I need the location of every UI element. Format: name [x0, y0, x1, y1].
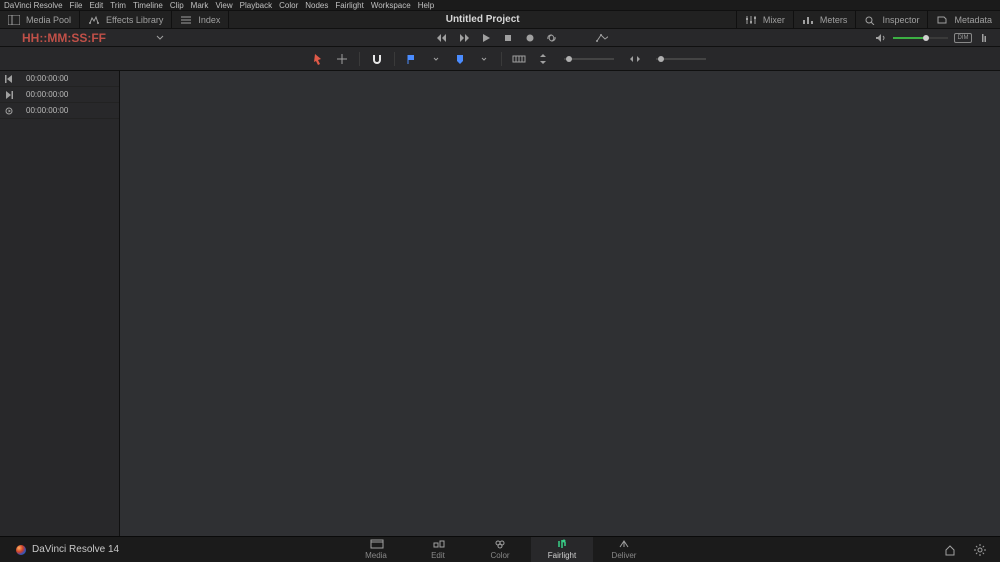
marker-tool[interactable]: [453, 52, 467, 66]
index-label: Index: [198, 15, 220, 25]
tc-row-start[interactable]: 00:00:00:00: [0, 71, 119, 87]
horiz-zoom-icon[interactable]: [628, 52, 642, 66]
mute-button[interactable]: [875, 32, 887, 44]
page-tabs: Media Edit Color Fairlight Deliver: [340, 537, 660, 562]
next-button[interactable]: [458, 32, 470, 44]
home-button[interactable]: [944, 544, 956, 556]
edit-tab-icon: [432, 539, 444, 549]
menu-item[interactable]: Help: [418, 1, 434, 10]
menu-item[interactable]: Trim: [110, 1, 126, 10]
main-menu-bar: DaVinci Resolve File Edit Trim Timeline …: [0, 0, 1000, 10]
playhead-icon: [4, 106, 14, 116]
dim-button[interactable]: DIM: [954, 33, 972, 43]
mixer-icon: [745, 15, 757, 25]
effects-library-label: Effects Library: [106, 15, 163, 25]
loop-button[interactable]: [546, 32, 558, 44]
automation-icon[interactable]: [596, 32, 608, 44]
effects-library-button[interactable]: Effects Library: [80, 11, 171, 28]
menu-item[interactable]: Fairlight: [335, 1, 363, 10]
menu-item[interactable]: Nodes: [305, 1, 328, 10]
prev-button[interactable]: [436, 32, 448, 44]
tab-media[interactable]: Media: [345, 537, 407, 562]
menu-item[interactable]: Clip: [170, 1, 184, 10]
fairlight-tab-icon: [556, 539, 568, 549]
deliver-tab-icon: [618, 539, 630, 549]
meters-label: Meters: [820, 15, 848, 25]
tc-value: 00:00:00:00: [26, 106, 68, 115]
go-start-icon: [4, 74, 14, 84]
menu-item[interactable]: Color: [279, 1, 298, 10]
go-end-icon: [4, 90, 14, 100]
media-pool-icon: [8, 15, 20, 25]
tc-row-end[interactable]: 00:00:00:00: [0, 87, 119, 103]
brand-label: DaVinci Resolve 14: [32, 544, 119, 555]
vert-zoom-icon[interactable]: [536, 52, 550, 66]
brand-area: DaVinci Resolve 14: [0, 544, 340, 555]
menu-item[interactable]: Playback: [240, 1, 272, 10]
media-pool-label: Media Pool: [26, 15, 71, 25]
metadata-icon: [936, 15, 948, 25]
menu-item[interactable]: Mark: [191, 1, 209, 10]
menu-item[interactable]: Edit: [89, 1, 103, 10]
timeline-options-icon[interactable]: [512, 52, 526, 66]
tab-label: Deliver: [612, 551, 637, 560]
tc-value: 00:00:00:00: [26, 90, 68, 99]
main-area: 00:00:00:00 00:00:00:00 00:00:00:00: [0, 71, 1000, 536]
menu-item[interactable]: View: [215, 1, 232, 10]
marker-dropdown[interactable]: [477, 52, 491, 66]
meters-icon: [802, 15, 814, 25]
panel-toolbar: Media Pool Effects Library Index Untitle…: [0, 10, 1000, 29]
meters-button[interactable]: Meters: [794, 11, 856, 28]
menu-item[interactable]: Timeline: [133, 1, 163, 10]
range-tool[interactable]: [335, 52, 349, 66]
horizontal-zoom-slider[interactable]: [656, 58, 706, 60]
vertical-zoom-slider[interactable]: [564, 58, 614, 60]
tab-deliver[interactable]: Deliver: [593, 537, 655, 562]
project-title: Untitled Project: [229, 14, 736, 25]
menu-item[interactable]: File: [70, 1, 83, 10]
tab-label: Fairlight: [548, 551, 576, 560]
menu-item[interactable]: DaVinci Resolve: [4, 1, 63, 10]
index-icon: [180, 15, 192, 25]
flag-dropdown[interactable]: [429, 52, 443, 66]
tc-value: 00:00:00:00: [26, 74, 68, 83]
index-button[interactable]: Index: [172, 11, 228, 28]
tab-label: Color: [490, 551, 509, 560]
media-tab-icon: [370, 539, 382, 549]
volume-slider[interactable]: [893, 37, 948, 39]
tab-edit[interactable]: Edit: [407, 537, 469, 562]
meters-toggle-icon[interactable]: [978, 32, 990, 44]
stop-button[interactable]: [502, 32, 514, 44]
tab-fairlight[interactable]: Fairlight: [531, 537, 593, 562]
timecode-display: HH::MM:SS:FF: [0, 29, 120, 46]
inspector-label: Inspector: [882, 15, 919, 25]
transport-bar: HH::MM:SS:FF DIM: [0, 29, 1000, 47]
snap-tool[interactable]: [370, 52, 384, 66]
timeline-canvas[interactable]: [120, 71, 1000, 536]
tab-label: Media: [365, 551, 387, 560]
brand-logo-icon: [16, 545, 26, 555]
record-button[interactable]: [524, 32, 536, 44]
pointer-tool[interactable]: [311, 52, 325, 66]
inspector-button[interactable]: Inspector: [856, 11, 927, 28]
menu-item[interactable]: Workspace: [371, 1, 411, 10]
track-header-panel: 00:00:00:00 00:00:00:00 00:00:00:00: [0, 71, 120, 536]
mixer-label: Mixer: [763, 15, 785, 25]
play-button[interactable]: [480, 32, 492, 44]
metadata-label: Metadata: [954, 15, 992, 25]
color-tab-icon: [494, 539, 506, 549]
flag-tool[interactable]: [405, 52, 419, 66]
tc-row-playhead[interactable]: 00:00:00:00: [0, 103, 119, 119]
mixer-button[interactable]: Mixer: [737, 11, 793, 28]
tab-label: Edit: [431, 551, 445, 560]
media-pool-button[interactable]: Media Pool: [0, 11, 79, 28]
inspector-icon: [864, 15, 876, 25]
tab-color[interactable]: Color: [469, 537, 531, 562]
tool-row: [0, 47, 1000, 71]
metadata-button[interactable]: Metadata: [928, 11, 1000, 28]
timecode-dropdown[interactable]: [120, 35, 168, 40]
bottom-bar: DaVinci Resolve 14 Media Edit Color Fair…: [0, 536, 1000, 562]
effects-icon: [88, 15, 100, 25]
settings-button[interactable]: [974, 544, 986, 556]
